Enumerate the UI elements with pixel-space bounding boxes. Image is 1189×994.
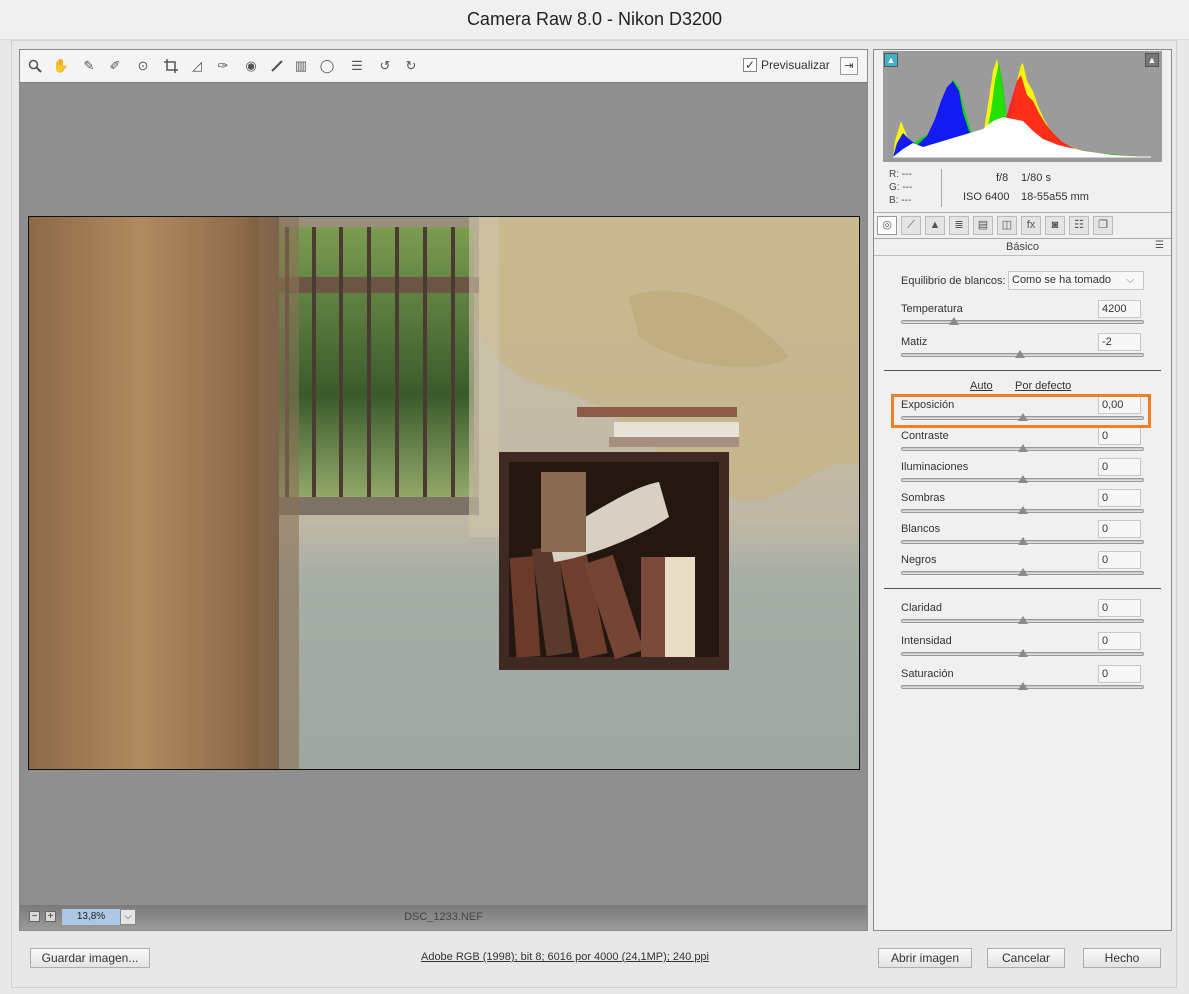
matiz-value-field[interactable]: -2 — [1098, 333, 1141, 351]
open-image-button[interactable]: Abrir imagen — [878, 948, 972, 968]
tab-camera-calibration-icon[interactable]: ◙ — [1045, 216, 1065, 235]
iluminaciones-label: Iluminaciones — [901, 461, 969, 473]
tab-tone-curve-icon[interactable]: ⟋ — [901, 216, 921, 235]
radial-filter-icon[interactable]: ◯ — [318, 57, 336, 75]
claridad-value-field[interactable]: 0 — [1098, 599, 1141, 617]
preview-checkbox[interactable]: ✓ — [743, 58, 757, 72]
negros-value-field[interactable]: 0 — [1098, 551, 1141, 569]
spot-removal-tool-icon[interactable]: ✑ — [214, 57, 232, 75]
tab-effects-icon[interactable]: fx — [1021, 216, 1041, 235]
contraste-slider-thumb[interactable] — [1018, 444, 1028, 452]
panel-title-divider — [874, 255, 1171, 256]
sombras-value-field[interactable]: 0 — [1098, 489, 1141, 507]
negros-slider-thumb[interactable] — [1018, 568, 1028, 576]
blancos-slider-thumb[interactable] — [1018, 537, 1028, 545]
exif-lens: 18-55a55 mm — [1021, 191, 1089, 203]
saturacion-slider-thumb[interactable] — [1018, 682, 1028, 690]
intensidad-value-field[interactable]: 0 — [1098, 632, 1141, 650]
file-name: DSC_1233.NEF — [404, 911, 483, 923]
exif-divider — [941, 169, 942, 207]
tab-hsl-icon[interactable]: ≣ — [949, 216, 969, 235]
shadow-clipping-warning-icon[interactable]: ▲ — [884, 53, 898, 67]
window-title: Camera Raw 8.0 - Nikon D3200 — [0, 0, 1189, 40]
panel-menu-icon[interactable]: ☰ — [1155, 240, 1164, 251]
matiz-label: Matiz — [901, 336, 928, 348]
temperatura-slider-thumb[interactable] — [949, 317, 959, 325]
blancos-value-field[interactable]: 0 — [1098, 520, 1141, 538]
temperatura-label: Temperatura — [901, 303, 963, 315]
hand-tool-icon[interactable]: ✋ — [52, 57, 70, 75]
white-balance-tool-icon[interactable]: ✎ — [80, 57, 98, 75]
exposure-highlight-box — [891, 394, 1151, 428]
histogram-graph — [883, 51, 1162, 162]
sombras-slider-thumb[interactable] — [1018, 506, 1028, 514]
temperatura-value-field[interactable]: 4200 — [1098, 300, 1141, 318]
tab-lens-corrections-icon[interactable]: ◫ — [997, 216, 1017, 235]
white-balance-select[interactable]: Como se ha tomado — [1008, 271, 1144, 290]
saturacion-value-field[interactable]: 0 — [1098, 665, 1141, 683]
graduated-filter-icon[interactable]: ▥ — [292, 57, 310, 75]
readout-r: R: --- — [889, 169, 912, 180]
red-eye-removal-icon[interactable]: ◉ — [242, 57, 260, 75]
white-balance-label: Equilibrio de blancos: — [901, 275, 1006, 287]
sombras-label: Sombras — [901, 492, 946, 504]
exif-shutter: 1/80 s — [1021, 172, 1051, 184]
section-divider — [884, 588, 1161, 589]
claridad-slider-thumb[interactable] — [1018, 616, 1028, 624]
straighten-tool-icon[interactable]: ◿ — [188, 57, 206, 75]
exif-aperture: f/8 — [996, 172, 1009, 184]
workflow-options-link[interactable]: Adobe RGB (1998); bit 8; 6016 por 4000 (… — [380, 951, 750, 963]
negros-label: Negros — [901, 554, 937, 566]
claridad-label: Claridad — [901, 602, 942, 614]
highlight-clipping-warning-icon[interactable]: ▲ — [1145, 53, 1159, 67]
intensidad-slider-thumb[interactable] — [1018, 649, 1028, 657]
contraste-label: Contraste — [901, 430, 949, 442]
photo-preview[interactable] — [28, 216, 860, 770]
crop-tool-icon[interactable] — [162, 57, 180, 75]
image-preview-area: ✋ ✎ ✐ ⊙ ◿ ✑ ◉ ▥ ◯ ☰ ↺ ↻ ✓ Previsualizar … — [19, 49, 868, 931]
blancos-label: Blancos — [901, 523, 941, 535]
preview-label: Previsualizar — [761, 58, 830, 72]
fullscreen-toggle-icon[interactable]: ⇥ — [840, 57, 858, 75]
default-link[interactable]: Por defecto — [1015, 380, 1071, 392]
cancel-button[interactable]: Cancelar — [987, 948, 1065, 968]
toolbar: ✋ ✎ ✐ ⊙ ◿ ✑ ◉ ▥ ◯ ☰ ↺ ↻ ✓ Previsualizar … — [20, 50, 867, 83]
panel-title: Básico — [1005, 241, 1040, 253]
temperatura-slider-track[interactable] — [901, 320, 1144, 324]
status-bar: − + 13,8% ⌵ DSC_1233.NEF — [20, 905, 867, 930]
matiz-slider-thumb[interactable] — [1015, 350, 1025, 358]
contraste-value-field[interactable]: 0 — [1098, 427, 1141, 445]
auto-link[interactable]: Auto — [970, 380, 993, 392]
save-image-button[interactable]: Guardar imagen... — [30, 948, 150, 968]
adjustments-panel: ▲ ▲ R: --- G: --- B: --- f/8 1/80 s ISO … — [873, 49, 1172, 931]
panel-tabs: ◎ ⟋ ▲ ≣ ▤ ◫ fx ◙ ☷ ❐ — [874, 212, 1171, 239]
iluminaciones-slider-thumb[interactable] — [1018, 475, 1028, 483]
color-sampler-tool-icon[interactable]: ✐ — [106, 57, 124, 75]
tab-presets-icon[interactable]: ☷ — [1069, 216, 1089, 235]
photo-image — [29, 217, 859, 769]
targeted-adjustment-tool-icon[interactable]: ⊙ — [134, 57, 152, 75]
iluminaciones-value-field[interactable]: 0 — [1098, 458, 1141, 476]
tab-basic-icon[interactable]: ◎ — [877, 216, 897, 235]
rotate-right-icon[interactable]: ↻ — [402, 57, 420, 75]
tab-split-toning-icon[interactable]: ▤ — [973, 216, 993, 235]
section-divider — [884, 370, 1161, 371]
tab-snapshots-icon[interactable]: ❐ — [1093, 216, 1113, 235]
preferences-icon[interactable]: ☰ — [348, 57, 366, 75]
readout-g: G: --- — [889, 182, 913, 193]
intensidad-label: Intensidad — [901, 635, 952, 647]
readout-b: B: --- — [889, 195, 912, 206]
chevron-down-icon[interactable]: ⌵ — [1126, 271, 1134, 289]
zoom-tool-icon[interactable] — [26, 57, 44, 75]
done-button[interactable]: Hecho — [1083, 948, 1161, 968]
histogram: ▲ ▲ — [883, 51, 1162, 162]
adjustment-brush-icon[interactable] — [268, 57, 286, 75]
tab-detail-icon[interactable]: ▲ — [925, 216, 945, 235]
saturacion-label: Saturación — [901, 668, 954, 680]
exif-iso: ISO 6400 — [963, 191, 1010, 203]
rotate-left-icon[interactable]: ↺ — [376, 57, 394, 75]
